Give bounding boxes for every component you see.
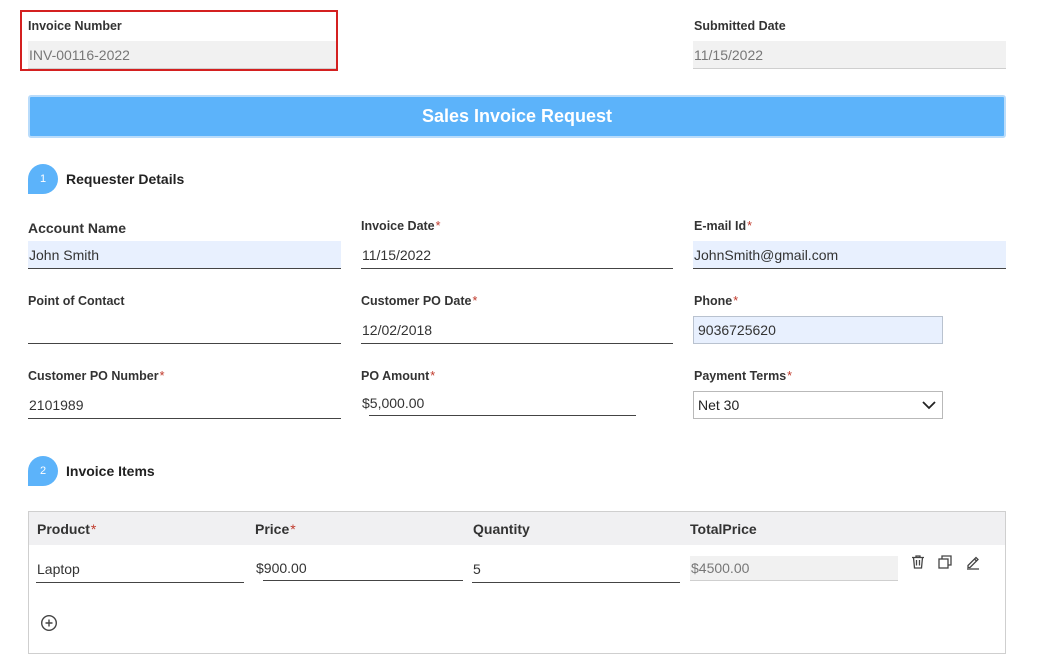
invoice-date-input[interactable]: 11/15/2022 — [361, 241, 673, 269]
column-header-quantity: Quantity — [473, 521, 530, 537]
customer-po-number-label-text: Customer PO Number — [28, 369, 159, 383]
section-title-invoice-items: Invoice Items — [66, 463, 155, 479]
required-marker: * — [90, 521, 97, 537]
account-name-input[interactable]: John Smith — [28, 241, 341, 269]
table-header-row: Product* Price* Quantity TotalPrice — [29, 512, 1005, 545]
po-amount-input[interactable]: $5,000.00 — [361, 389, 636, 417]
chevron-down-icon — [922, 397, 936, 413]
row-product-input[interactable]: Laptop — [36, 556, 244, 583]
required-marker: * — [430, 369, 436, 383]
row-price-underline — [263, 580, 463, 581]
step-badge-1: 1 — [28, 164, 58, 194]
payment-terms-select[interactable]: Net 30 — [693, 391, 943, 419]
section-title-requester-details: Requester Details — [66, 171, 185, 187]
plus-circle-icon[interactable] — [39, 613, 59, 633]
phone-label: Phone* — [694, 294, 738, 308]
required-marker: * — [472, 294, 478, 308]
row-price-input[interactable]: $900.00 — [255, 554, 463, 581]
required-marker: * — [435, 219, 441, 233]
account-name-label-text: Account Name — [28, 220, 127, 236]
trash-icon[interactable] — [908, 552, 928, 572]
customer-po-date-label-text: Customer PO Date — [361, 294, 472, 308]
required-marker: * — [787, 369, 793, 383]
column-header-product-text: Product — [37, 521, 90, 537]
row-totalprice-field: $4500.00 — [690, 556, 898, 581]
invoice-date-label: Invoice Date* — [361, 219, 441, 233]
payment-terms-label: Payment Terms* — [694, 369, 792, 383]
invoice-date-label-text: Invoice Date — [361, 219, 435, 233]
required-marker: * — [747, 219, 752, 233]
column-header-price-text: Price — [255, 521, 290, 537]
required-marker: * — [159, 369, 165, 383]
invoice-number-label: Invoice Number — [28, 19, 122, 33]
payment-terms-value: Net 30 — [698, 397, 740, 413]
step-badge-2: 2 — [28, 456, 58, 486]
invoice-items-table: Product* Price* Quantity TotalPrice Lapt… — [28, 511, 1006, 654]
required-marker: * — [290, 521, 296, 537]
email-label-text: E-mail Id — [694, 219, 747, 233]
customer-po-date-input[interactable]: 12/02/2018 — [361, 316, 673, 344]
pencil-icon[interactable] — [963, 552, 983, 572]
email-label: E-mail Id* — [694, 219, 752, 233]
account-name-label: Account Name — [28, 220, 126, 236]
column-header-totalprice: TotalPrice — [690, 521, 757, 537]
customer-po-number-label: Customer PO Number* — [28, 369, 164, 383]
row-price-value: $900.00 — [256, 559, 307, 576]
form-title-banner: Sales Invoice Request — [28, 95, 1006, 138]
po-amount-value: $5,000.00 — [362, 395, 425, 411]
po-amount-label: PO Amount* — [361, 369, 435, 383]
phone-input[interactable]: 9036725620 — [693, 316, 943, 344]
po-amount-label-text: PO Amount — [361, 369, 430, 383]
column-header-product: Product* — [37, 521, 96, 537]
row-quantity-input[interactable]: 5 — [472, 556, 680, 583]
required-marker: * — [733, 294, 739, 308]
po-amount-underline — [369, 415, 636, 416]
email-input[interactable]: JohnSmith@gmail.com — [693, 241, 1006, 269]
invoice-number-field[interactable]: INV-00116-2022 — [28, 41, 336, 69]
column-header-price: Price* — [255, 521, 296, 537]
copy-icon[interactable] — [935, 552, 955, 572]
phone-label-text: Phone — [694, 294, 733, 308]
invoice-number-group: Invoice Number INV-00116-2022 — [20, 10, 338, 71]
customer-po-number-input[interactable]: 2101989 — [28, 391, 341, 419]
point-of-contact-input[interactable] — [28, 316, 341, 344]
submitted-date-label: Submitted Date — [694, 19, 786, 33]
submitted-date-field[interactable]: 11/15/2022 — [693, 41, 1006, 69]
point-of-contact-label: Point of Contact — [28, 294, 125, 308]
customer-po-date-label: Customer PO Date* — [361, 294, 477, 308]
payment-terms-label-text: Payment Terms — [694, 369, 787, 383]
